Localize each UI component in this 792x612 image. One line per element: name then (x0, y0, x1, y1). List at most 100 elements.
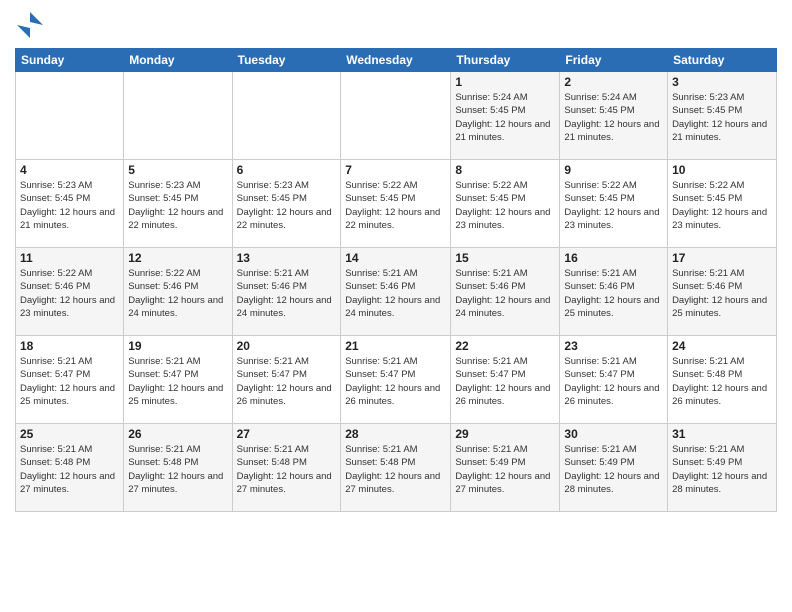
day-cell: 30 Sunrise: 5:21 AM Sunset: 5:49 PM Dayli… (560, 424, 668, 512)
day-info: Sunrise: 5:23 AM Sunset: 5:45 PM Dayligh… (20, 179, 119, 232)
day-number: 15 (455, 251, 555, 265)
week-row-1: 1 Sunrise: 5:24 AM Sunset: 5:45 PM Daylig… (16, 72, 777, 160)
day-info: Sunrise: 5:21 AM Sunset: 5:47 PM Dayligh… (20, 355, 119, 408)
day-cell (16, 72, 124, 160)
week-row-4: 18Sunrise: 5:21 AM Sunset: 5:47 PM Dayli… (16, 336, 777, 424)
day-info: Sunrise: 5:21 AM Sunset: 5:48 PM Dayligh… (345, 443, 446, 496)
day-number: 22 (455, 339, 555, 353)
day-cell: 8 Sunrise: 5:22 AM Sunset: 5:45 PM Daylig… (451, 160, 560, 248)
weekday-header-row: SundayMondayTuesdayWednesdayThursdayFrid… (16, 49, 777, 72)
day-info: Sunrise: 5:21 AM Sunset: 5:46 PM Dayligh… (455, 267, 555, 320)
day-number: 6 (237, 163, 337, 177)
day-number: 29 (455, 427, 555, 441)
weekday-monday: Monday (124, 49, 232, 72)
day-cell: 2 Sunrise: 5:24 AM Sunset: 5:45 PM Daylig… (560, 72, 668, 160)
day-cell: 10Sunrise: 5:22 AM Sunset: 5:45 PM Dayli… (668, 160, 777, 248)
day-cell: 19Sunrise: 5:21 AM Sunset: 5:47 PM Dayli… (124, 336, 232, 424)
day-cell: 18Sunrise: 5:21 AM Sunset: 5:47 PM Dayli… (16, 336, 124, 424)
day-info: Sunrise: 5:21 AM Sunset: 5:46 PM Dayligh… (345, 267, 446, 320)
weekday-thursday: Thursday (451, 49, 560, 72)
day-cell (232, 72, 341, 160)
day-info: Sunrise: 5:22 AM Sunset: 5:45 PM Dayligh… (345, 179, 446, 232)
day-number: 19 (128, 339, 227, 353)
day-cell: 1 Sunrise: 5:24 AM Sunset: 5:45 PM Daylig… (451, 72, 560, 160)
day-cell: 17 Sunrise: 5:21 AM Sunset: 5:46 PM Dayli… (668, 248, 777, 336)
day-info: Sunrise: 5:24 AM Sunset: 5:45 PM Dayligh… (455, 91, 555, 144)
day-number: 21 (345, 339, 446, 353)
day-number: 13 (237, 251, 337, 265)
day-info: Sunrise: 5:23 AM Sunset: 5:45 PM Dayligh… (672, 91, 772, 144)
day-info: Sunrise: 5:21 AM Sunset: 5:49 PM Dayligh… (672, 443, 772, 496)
day-cell: 4 Sunrise: 5:23 AM Sunset: 5:45 PM Daylig… (16, 160, 124, 248)
day-info: Sunrise: 5:21 AM Sunset: 5:46 PM Dayligh… (672, 267, 772, 320)
day-cell: 15 Sunrise: 5:21 AM Sunset: 5:46 PM Dayli… (451, 248, 560, 336)
day-number: 25 (20, 427, 119, 441)
day-number: 14 (345, 251, 446, 265)
day-info: Sunrise: 5:21 AM Sunset: 5:46 PM Dayligh… (237, 267, 337, 320)
day-info: Sunrise: 5:21 AM Sunset: 5:48 PM Dayligh… (672, 355, 772, 408)
day-info: Sunrise: 5:23 AM Sunset: 5:45 PM Dayligh… (128, 179, 227, 232)
day-number: 11 (20, 251, 119, 265)
day-cell: 7 Sunrise: 5:22 AM Sunset: 5:45 PM Daylig… (341, 160, 451, 248)
day-number: 23 (564, 339, 663, 353)
day-number: 30 (564, 427, 663, 441)
day-number: 8 (455, 163, 555, 177)
day-cell: 11 Sunrise: 5:22 AM Sunset: 5:46 PM Dayli… (16, 248, 124, 336)
day-number: 26 (128, 427, 227, 441)
day-number: 12 (128, 251, 227, 265)
weekday-sunday: Sunday (16, 49, 124, 72)
week-row-3: 11 Sunrise: 5:22 AM Sunset: 5:46 PM Dayli… (16, 248, 777, 336)
day-info: Sunrise: 5:21 AM Sunset: 5:48 PM Dayligh… (237, 443, 337, 496)
day-cell: 20 Sunrise: 5:21 AM Sunset: 5:47 PM Dayli… (232, 336, 341, 424)
weekday-saturday: Saturday (668, 49, 777, 72)
page: SundayMondayTuesdayWednesdayThursdayFrid… (0, 0, 792, 612)
day-cell: 23 Sunrise: 5:21 AM Sunset: 5:47 PM Dayli… (560, 336, 668, 424)
day-cell: 6 Sunrise: 5:23 AM Sunset: 5:45 PM Daylig… (232, 160, 341, 248)
day-number: 9 (564, 163, 663, 177)
day-number: 16 (564, 251, 663, 265)
day-info: Sunrise: 5:23 AM Sunset: 5:45 PM Dayligh… (237, 179, 337, 232)
day-info: Sunrise: 5:24 AM Sunset: 5:45 PM Dayligh… (564, 91, 663, 144)
calendar: SundayMondayTuesdayWednesdayThursdayFrid… (15, 48, 777, 512)
day-cell: 3 Sunrise: 5:23 AM Sunset: 5:45 PM Daylig… (668, 72, 777, 160)
day-cell: 21Sunrise: 5:21 AM Sunset: 5:47 PM Dayli… (341, 336, 451, 424)
day-info: Sunrise: 5:21 AM Sunset: 5:48 PM Dayligh… (20, 443, 119, 496)
day-info: Sunrise: 5:22 AM Sunset: 5:46 PM Dayligh… (128, 267, 227, 320)
day-cell: 5 Sunrise: 5:23 AM Sunset: 5:45 PM Daylig… (124, 160, 232, 248)
day-info: Sunrise: 5:21 AM Sunset: 5:49 PM Dayligh… (564, 443, 663, 496)
day-info: Sunrise: 5:22 AM Sunset: 5:45 PM Dayligh… (564, 179, 663, 232)
day-cell: 9 Sunrise: 5:22 AM Sunset: 5:45 PM Daylig… (560, 160, 668, 248)
day-cell: 16 Sunrise: 5:21 AM Sunset: 5:46 PM Dayli… (560, 248, 668, 336)
day-cell: 13 Sunrise: 5:21 AM Sunset: 5:46 PM Dayli… (232, 248, 341, 336)
day-number: 1 (455, 75, 555, 89)
day-info: Sunrise: 5:21 AM Sunset: 5:47 PM Dayligh… (237, 355, 337, 408)
day-number: 5 (128, 163, 227, 177)
week-row-5: 25 Sunrise: 5:21 AM Sunset: 5:48 PM Dayli… (16, 424, 777, 512)
day-cell (124, 72, 232, 160)
logo-icon (15, 10, 45, 40)
day-number: 17 (672, 251, 772, 265)
day-number: 20 (237, 339, 337, 353)
week-row-2: 4 Sunrise: 5:23 AM Sunset: 5:45 PM Daylig… (16, 160, 777, 248)
day-info: Sunrise: 5:21 AM Sunset: 5:46 PM Dayligh… (564, 267, 663, 320)
weekday-tuesday: Tuesday (232, 49, 341, 72)
day-cell: 31Sunrise: 5:21 AM Sunset: 5:49 PM Dayli… (668, 424, 777, 512)
day-number: 7 (345, 163, 446, 177)
day-info: Sunrise: 5:21 AM Sunset: 5:47 PM Dayligh… (455, 355, 555, 408)
day-number: 3 (672, 75, 772, 89)
day-info: Sunrise: 5:21 AM Sunset: 5:47 PM Dayligh… (564, 355, 663, 408)
day-cell (341, 72, 451, 160)
day-cell: 24Sunrise: 5:21 AM Sunset: 5:48 PM Dayli… (668, 336, 777, 424)
day-cell: 25 Sunrise: 5:21 AM Sunset: 5:48 PM Dayli… (16, 424, 124, 512)
day-cell: 22 Sunrise: 5:21 AM Sunset: 5:47 PM Dayli… (451, 336, 560, 424)
weekday-friday: Friday (560, 49, 668, 72)
day-cell: 28 Sunrise: 5:21 AM Sunset: 5:48 PM Dayli… (341, 424, 451, 512)
day-info: Sunrise: 5:22 AM Sunset: 5:45 PM Dayligh… (455, 179, 555, 232)
day-number: 4 (20, 163, 119, 177)
logo (15, 10, 49, 40)
day-info: Sunrise: 5:21 AM Sunset: 5:48 PM Dayligh… (128, 443, 227, 496)
day-number: 2 (564, 75, 663, 89)
day-number: 28 (345, 427, 446, 441)
weekday-wednesday: Wednesday (341, 49, 451, 72)
day-info: Sunrise: 5:22 AM Sunset: 5:46 PM Dayligh… (20, 267, 119, 320)
